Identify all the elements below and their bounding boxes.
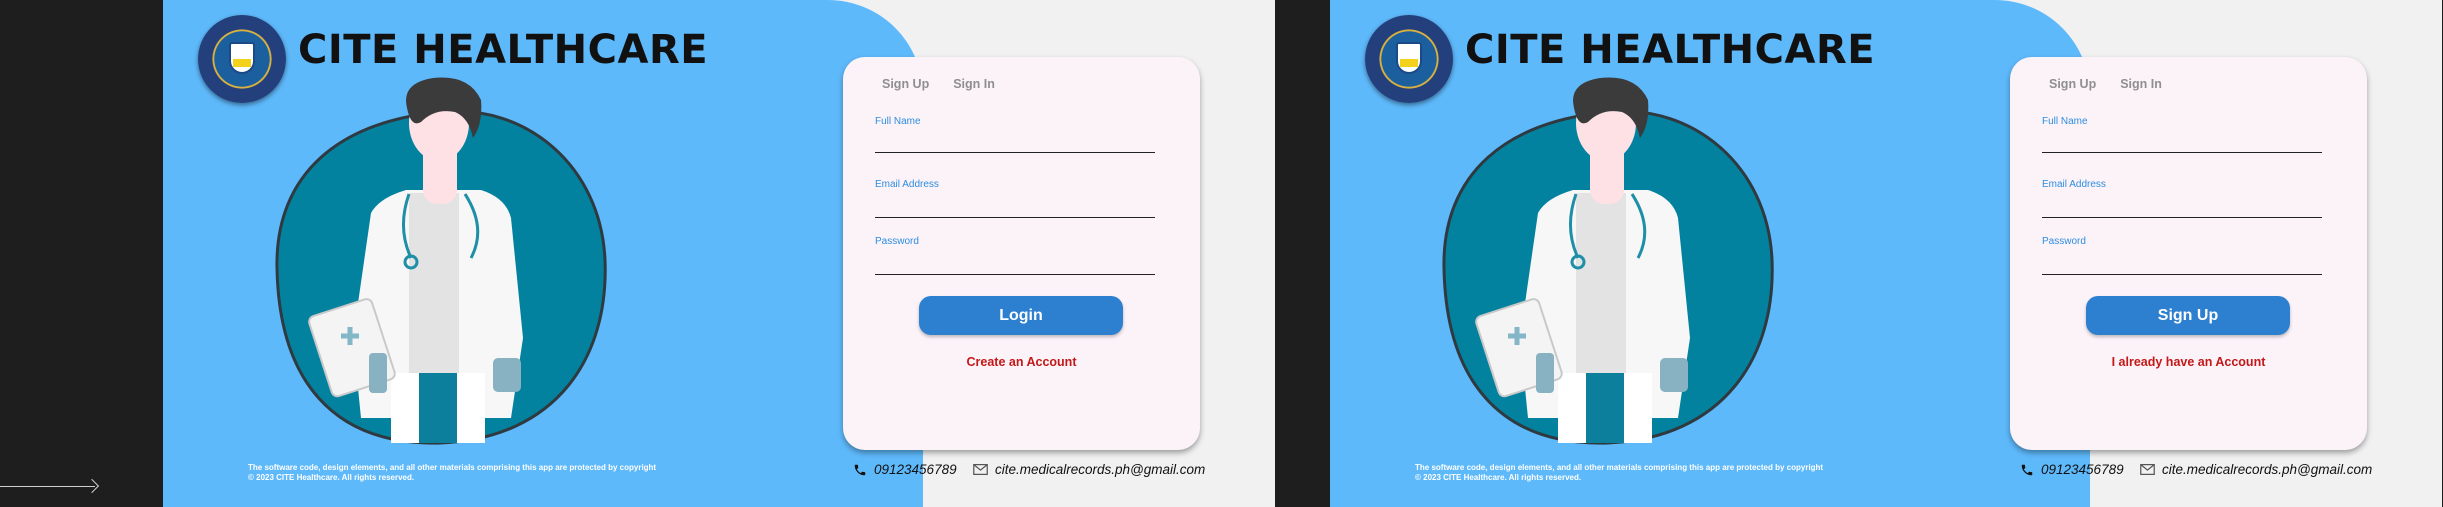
- copyright-line: © 2023 CITE Healthcare. All rights reser…: [1415, 473, 1582, 482]
- full-name-label: Full Name: [875, 116, 921, 127]
- login-button[interactable]: Login: [919, 296, 1123, 335]
- email-address: cite.medicalrecords.ph@gmail.com: [2162, 462, 2373, 477]
- signup-screen-frame: CITE HEALTHCARE The software code, desig…: [1330, 0, 2442, 507]
- full-name-field: Full Name: [875, 116, 1155, 158]
- password-input[interactable]: [2042, 252, 2322, 272]
- phone-contact: 09123456789: [2020, 462, 2124, 477]
- copyright-line: © 2023 CITE Healthcare. All rights reser…: [248, 473, 415, 482]
- phone-icon: [2021, 464, 2033, 475]
- email-contact: cite.medicalrecords.ph@gmail.com: [973, 462, 1205, 477]
- email-field: Email Address: [875, 179, 1155, 223]
- tab-sign-up[interactable]: Sign Up: [882, 77, 929, 91]
- email-field: Email Address: [2042, 179, 2322, 223]
- flow-arrow: [0, 486, 95, 487]
- password-field: Password: [2042, 236, 2322, 280]
- phone-contact: 09123456789: [853, 462, 957, 477]
- tab-sign-in[interactable]: Sign In: [2120, 77, 2162, 91]
- tab-sign-in[interactable]: Sign In: [953, 77, 995, 91]
- tab-sign-up[interactable]: Sign Up: [2049, 77, 2096, 91]
- brand-panel: CITE HEALTHCARE The software code, desig…: [163, 0, 923, 507]
- copyright-notice: The software code, design elements, and …: [1415, 463, 1875, 483]
- password-input[interactable]: [875, 252, 1155, 272]
- create-account-link[interactable]: Create an Account: [843, 355, 1200, 369]
- brand-panel: CITE HEALTHCARE The software code, desig…: [1330, 0, 2090, 507]
- email-label: Email Address: [875, 179, 939, 190]
- auth-card: Sign Up Sign In Full Name Email Address …: [2010, 57, 2367, 450]
- sign-up-button[interactable]: Sign Up: [2086, 296, 2290, 335]
- email-input[interactable]: [875, 195, 1155, 215]
- full-name-input[interactable]: [2042, 130, 2322, 150]
- password-label: Password: [875, 236, 919, 247]
- auth-tabs: Sign Up Sign In: [882, 77, 995, 91]
- auth-tabs: Sign Up Sign In: [2049, 77, 2162, 91]
- doctor-illustration: [1438, 77, 1778, 446]
- email-label: Email Address: [2042, 179, 2106, 190]
- brand-title: CITE HEALTHCARE: [1465, 27, 1876, 73]
- email-input[interactable]: [2042, 195, 2322, 215]
- email-contact: cite.medicalrecords.ph@gmail.com: [2140, 462, 2372, 477]
- full-name-field: Full Name: [2042, 116, 2322, 158]
- doctor-illustration: [271, 77, 611, 446]
- login-screen-frame: CITE HEALTHCARE The software code, desig…: [163, 0, 1275, 507]
- auth-card: Sign Up Sign In Full Name Email Address …: [843, 57, 1200, 450]
- full-name-label: Full Name: [2042, 116, 2088, 127]
- brand-title: CITE HEALTHCARE: [298, 27, 709, 73]
- email-address: cite.medicalrecords.ph@gmail.com: [995, 462, 1206, 477]
- copyright-line: The software code, design elements, and …: [1415, 463, 1824, 472]
- have-account-link[interactable]: I already have an Account: [2010, 355, 2367, 369]
- phone-number: 09123456789: [2041, 462, 2124, 477]
- phone-icon: [854, 464, 866, 475]
- envelope-icon: [2140, 464, 2155, 475]
- phone-number: 09123456789: [874, 462, 957, 477]
- password-label: Password: [2042, 236, 2086, 247]
- envelope-icon: [973, 464, 988, 475]
- password-field: Password: [875, 236, 1155, 280]
- copyright-line: The software code, design elements, and …: [248, 463, 657, 472]
- copyright-notice: The software code, design elements, and …: [248, 463, 708, 483]
- full-name-input[interactable]: [875, 130, 1155, 150]
